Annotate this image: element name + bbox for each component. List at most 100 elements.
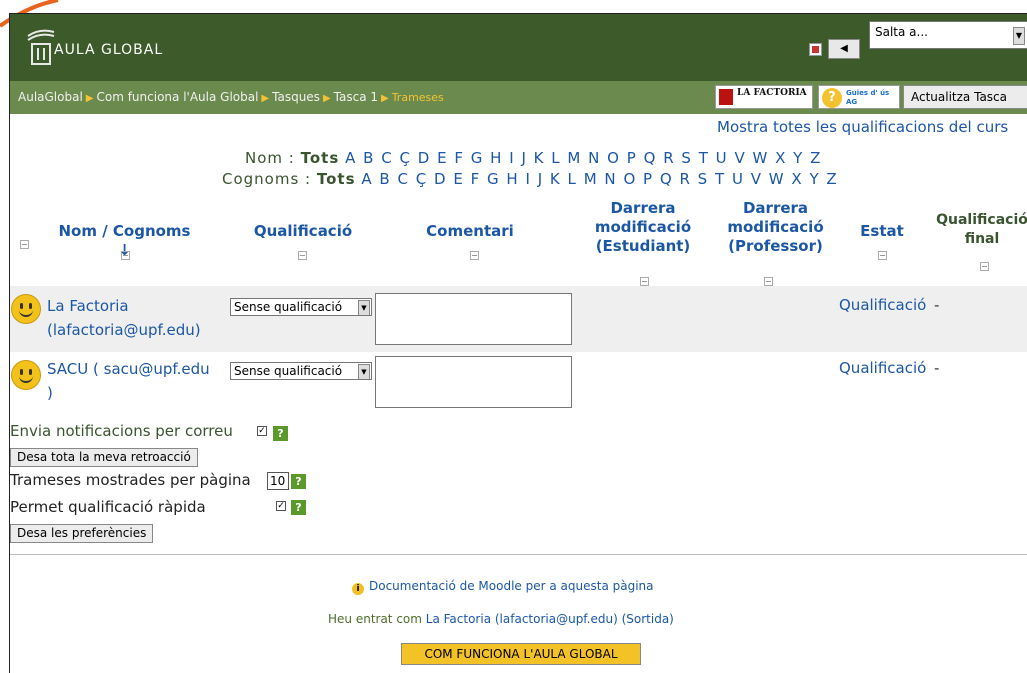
collapse-column-icon[interactable] (20, 240, 29, 249)
column-header-status[interactable]: Estat (857, 222, 907, 241)
quick-grading-checkbox[interactable]: ✓ (276, 501, 286, 511)
comment-textarea[interactable] (375, 293, 572, 345)
user-avatar-icon[interactable] (11, 360, 41, 390)
filter-letter-link[interactable]: I (525, 170, 530, 188)
column-header-grade[interactable]: Qualificació (243, 222, 363, 241)
column-header-comment[interactable]: Comentari (405, 222, 535, 241)
collapse-column-icon[interactable] (640, 277, 649, 286)
filter-letter-link[interactable]: H (490, 149, 502, 167)
logo-icon[interactable] (24, 28, 58, 66)
filter-letter-link[interactable]: A (345, 149, 356, 167)
jump-to-select[interactable]: Salta a... ▼ (869, 21, 1027, 49)
column-header-last-student[interactable]: Darrera modificació (Estudiant) (583, 199, 703, 256)
filter-all-link[interactable]: Tots (301, 149, 340, 167)
filter-letter-link[interactable]: B (379, 170, 390, 188)
filter-letter-link[interactable]: O (607, 149, 620, 167)
filter-letter-link[interactable]: I (509, 149, 514, 167)
grade-select[interactable]: Sense qualificació ▼ (230, 298, 372, 316)
user-name-link[interactable]: La Factoria (lafactoria@upf.edu) (47, 294, 201, 342)
filter-letter-link[interactable]: Z (826, 170, 837, 188)
save-feedback-button[interactable]: Desa tota la meva retroacció (10, 448, 198, 467)
filter-letter-link[interactable]: P (627, 149, 637, 167)
filter-letter-link[interactable]: Q (644, 149, 657, 167)
guides-badge[interactable]: ? Guies d' ús AG (818, 85, 900, 109)
filter-letter-link[interactable]: V (734, 149, 745, 167)
user-name-link[interactable]: SACU ( sacu@upf.edu ) (47, 357, 210, 405)
filter-letter-link[interactable]: D (418, 149, 431, 167)
filter-letter-link[interactable]: U (716, 149, 728, 167)
filter-letter-link[interactable]: L (568, 170, 577, 188)
filter-letter-link[interactable]: N (588, 149, 600, 167)
filter-letter-link[interactable]: S (698, 170, 709, 188)
filter-letter-link[interactable]: K (534, 149, 545, 167)
filter-letter-link[interactable]: U (732, 170, 744, 188)
filter-letter-link[interactable]: P (643, 170, 653, 188)
help-icon[interactable]: ? (273, 426, 288, 441)
update-assignment-button[interactable]: Actualitza Tasca (903, 85, 1027, 109)
filter-letter-link[interactable]: J (538, 170, 543, 188)
filter-letter-link[interactable]: G (471, 149, 484, 167)
filter-letter-link[interactable]: W (769, 170, 785, 188)
breadcrumb-item[interactable]: Tasques (272, 90, 320, 104)
filter-letter-link[interactable]: S (681, 149, 692, 167)
notify-checkbox[interactable]: ✓ (257, 426, 267, 436)
collapse-column-icon[interactable] (764, 277, 773, 286)
filter-letter-link[interactable]: C (381, 149, 392, 167)
filter-letter-link[interactable]: Ç (399, 149, 410, 167)
filter-letter-link[interactable]: Q (660, 170, 673, 188)
filter-letter-link[interactable]: Y (793, 149, 803, 167)
moodle-docs-link[interactable]: i Documentació de Moodle per a aquesta pà… (352, 579, 654, 595)
column-header-last-teacher[interactable]: Darrera modificació (Professor) (713, 199, 838, 256)
collapse-column-icon[interactable] (121, 251, 130, 260)
filter-letter-link[interactable]: C (397, 170, 408, 188)
logout-link[interactable]: (Sortida) (622, 612, 674, 626)
collapse-column-icon[interactable] (470, 251, 479, 260)
filter-letter-link[interactable]: V (751, 170, 762, 188)
filter-all-link[interactable]: Tots (317, 170, 356, 188)
breadcrumb-item[interactable]: Tasca 1 (334, 90, 378, 104)
user-avatar-icon[interactable] (11, 294, 41, 324)
filter-letter-link[interactable]: F (454, 149, 464, 167)
filter-letter-link[interactable]: E (453, 170, 463, 188)
navbar-toggle-icon[interactable] (809, 43, 822, 56)
collapse-column-icon[interactable] (980, 262, 989, 271)
status-link[interactable]: Qualificació (839, 359, 926, 377)
logged-user-link[interactable]: La Factoria (lafactoria@upf.edu) (426, 612, 618, 626)
filter-letter-link[interactable]: H (506, 170, 518, 188)
filter-letter-link[interactable]: M (567, 149, 581, 167)
help-icon[interactable]: ? (291, 500, 306, 515)
filter-letter-link[interactable]: R (679, 170, 690, 188)
breadcrumb-item[interactable]: Com funciona l'Aula Global (96, 90, 258, 104)
filter-letter-link[interactable]: J (521, 149, 526, 167)
filter-letter-link[interactable]: E (437, 149, 447, 167)
filter-letter-link[interactable]: L (551, 149, 560, 167)
filter-letter-link[interactable]: X (791, 170, 802, 188)
filter-letter-link[interactable]: X (775, 149, 786, 167)
filter-letter-link[interactable]: B (363, 149, 374, 167)
filter-letter-link[interactable]: W (752, 149, 768, 167)
filter-letter-link[interactable]: M (584, 170, 598, 188)
filter-letter-link[interactable]: F (471, 170, 481, 188)
filter-letter-link[interactable]: D (434, 170, 447, 188)
filter-letter-link[interactable]: Y (809, 170, 819, 188)
filter-letter-link[interactable]: R (663, 149, 674, 167)
filter-letter-link[interactable]: N (604, 170, 616, 188)
course-home-button[interactable]: COM FUNCIONA L'AULA GLOBAL (401, 643, 641, 665)
breadcrumb-item[interactable]: AulaGlobal (18, 90, 83, 104)
filter-letter-link[interactable]: T (699, 149, 709, 167)
save-preferences-button[interactable]: Desa les preferències (10, 524, 154, 543)
factoria-badge[interactable]: LA FACTORIA (715, 85, 813, 109)
help-icon[interactable]: ? (291, 474, 306, 489)
filter-letter-link[interactable]: T (715, 170, 725, 188)
site-name[interactable]: AULA GLOBAL (54, 42, 163, 58)
collapse-column-icon[interactable] (878, 251, 887, 260)
collapse-column-icon[interactable] (298, 251, 307, 260)
filter-letter-link[interactable]: K (550, 170, 561, 188)
show-all-grades-link[interactable]: Mostra totes les qualificacions del curs (717, 118, 1008, 136)
filter-letter-link[interactable]: G (487, 170, 500, 188)
back-button[interactable]: ◀ (828, 39, 860, 59)
per-page-input[interactable]: 10 (267, 472, 289, 490)
comment-textarea[interactable] (375, 356, 572, 408)
status-link[interactable]: Qualificació (839, 296, 926, 314)
filter-letter-link[interactable]: Ç (416, 170, 427, 188)
